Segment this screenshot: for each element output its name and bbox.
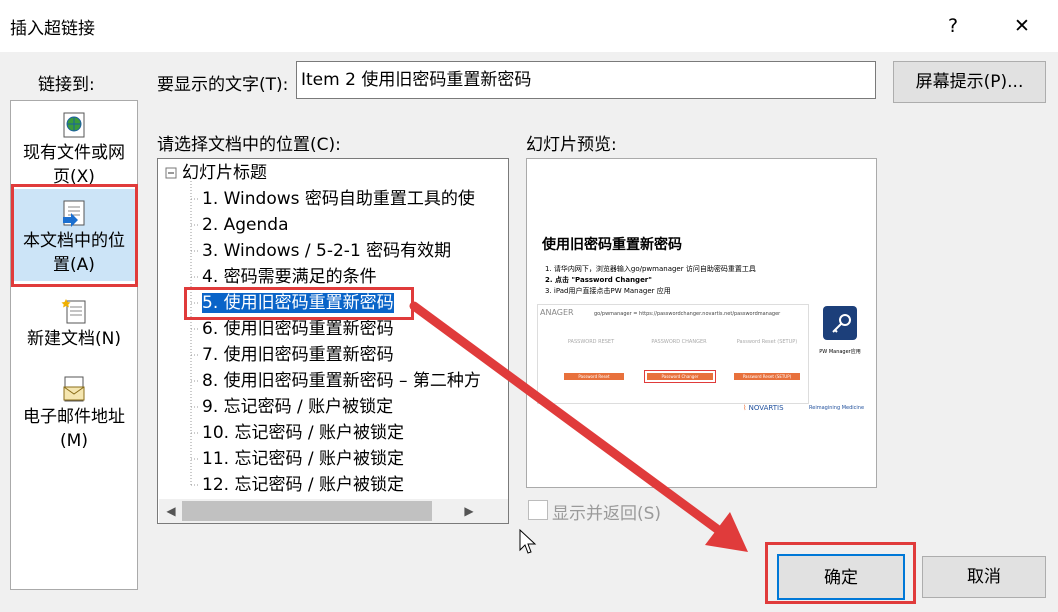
link-existing-file-line1: 现有文件或网 xyxy=(23,143,125,163)
slide-col: Password Reset (SETUP) xyxy=(736,339,798,345)
tree-item-label: 8. 使用旧密码重置新密码 – 第二种方 xyxy=(202,371,481,391)
slide-tagline: Reimagining Medicine xyxy=(809,405,865,411)
document-place-icon xyxy=(63,200,85,227)
slide-bullets: 1. 请华内网下，浏览器输入go/pwmanager 访问自助密码重置工具 2.… xyxy=(545,264,756,297)
new-document-icon xyxy=(61,299,86,324)
help-button[interactable]: ? xyxy=(938,12,968,40)
slide-line: 3. iPad用户直接点击PW Manager 应用 xyxy=(545,287,671,295)
email-icon xyxy=(63,376,85,402)
slide-title: 使用旧密码重置新密码 xyxy=(542,237,682,253)
link-existing-file-line2: 页(X) xyxy=(53,167,95,187)
link-this-document-line1: 本文档中的位 xyxy=(23,231,125,251)
link-existing-file-item[interactable]: 现有文件或网 页(X) xyxy=(11,111,137,189)
tree-item-selected[interactable]: 5. 使用旧密码重置新密码 xyxy=(202,290,394,316)
mouse-cursor-icon xyxy=(519,528,537,554)
slide-app-label: PW Manager应用 xyxy=(819,349,861,355)
slide-brand-text: NOVARTIS xyxy=(748,404,784,412)
tree-item-label: 6. 使用旧密码重置新密码 xyxy=(202,319,394,339)
tree-item[interactable]: 4. 密码需要满足的条件 xyxy=(202,264,377,290)
link-email-item[interactable]: 电子邮件地址 (M) xyxy=(11,375,137,453)
tree-root[interactable]: 幻灯片标题 xyxy=(182,160,267,186)
tree-item-label: 9. 忘记密码 / 账户被锁定 xyxy=(202,397,394,417)
preview-label: 幻灯片预览: xyxy=(526,135,617,155)
link-this-document-line2: 置(A) xyxy=(53,255,95,275)
slide-col-button: Password Changer xyxy=(644,370,716,383)
pw-manager-app-icon xyxy=(823,306,857,340)
tree-item[interactable]: 9. 忘记密码 / 账户被锁定 xyxy=(202,394,393,420)
link-email-line1: 电子邮件地址 xyxy=(23,407,125,427)
slide-url-bar: go/pwmanager = https://passwordchanger.n… xyxy=(594,311,781,317)
dialog-title: 插入超链接 xyxy=(10,19,95,39)
cancel-button[interactable]: 取消 xyxy=(922,556,1046,598)
document-location-tree[interactable]: 幻灯片标题 1. Windows 密码自助重置工具的使 2. Agenda 3.… xyxy=(157,158,509,524)
slide-manager-text: ANAGER xyxy=(540,308,574,317)
title-bar xyxy=(0,0,1058,52)
tree-item[interactable]: 3. Windows / 5-2-1 密码有效期 xyxy=(202,238,451,264)
slide-col-button: Password Reset xyxy=(564,373,624,380)
show-and-return-checkbox[interactable] xyxy=(528,500,548,520)
tree-item-label: 4. 密码需要满足的条件 xyxy=(202,267,377,287)
tree-item[interactable]: 2. Agenda xyxy=(202,212,289,238)
slide-col-button: Password Reset (SETUP) xyxy=(734,373,800,380)
slide-screenshot: ANAGER go/pwmanager = https://passwordch… xyxy=(537,304,809,404)
horizontal-scroll-thumb[interactable] xyxy=(182,501,432,521)
tree-item[interactable]: 10. 忘记密码 / 账户被锁定 xyxy=(202,420,404,446)
tree-item-label: 12. 忘记密码 / 账户被锁定 xyxy=(202,475,404,495)
link-new-document-item[interactable]: 新建文档(N) xyxy=(11,297,137,351)
link-to-label: 链接到: xyxy=(38,75,95,95)
link-new-document-label: 新建文档(N) xyxy=(27,329,121,349)
slide-line: 1. 请华内网下，浏览器输入go/pwmanager 访问自助密码重置工具 xyxy=(545,265,756,273)
tree-item-label: 11. 忘记密码 / 账户被锁定 xyxy=(202,449,404,469)
tree-item-label: 7. 使用旧密码重置新密码 xyxy=(202,345,394,365)
tree-item-label: 3. Windows / 5-2-1 密码有效期 xyxy=(202,241,452,261)
link-to-panel: 现有文件或网 页(X) 本文档中的位 置(A) 新建文档(N) 电子邮件地址 (… xyxy=(10,100,138,590)
slide-col: PASSWORD RESET xyxy=(567,339,615,345)
scroll-left-icon[interactable]: ◀ xyxy=(162,501,180,521)
tree-item[interactable]: 7. 使用旧密码重置新密码 xyxy=(202,342,394,368)
screentip-button[interactable]: 屏幕提示(P)... xyxy=(893,61,1046,103)
tree-label: 请选择文档中的位置(C): xyxy=(157,135,341,155)
show-and-return-label: 显示并返回(S) xyxy=(552,504,662,524)
tree-item-label: 10. 忘记密码 / 账户被锁定 xyxy=(202,423,404,443)
link-this-document-item[interactable]: 本文档中的位 置(A) xyxy=(11,189,137,281)
tree-item-label: 5. 使用旧密码重置新密码 xyxy=(202,293,394,313)
tree-item[interactable]: 12. 忘记密码 / 账户被锁定 xyxy=(202,472,404,498)
slide-col: PASSWORD CHANGER xyxy=(651,339,707,345)
tree-root-label: 幻灯片标题 xyxy=(182,163,267,183)
tree-item[interactable]: 8. 使用旧密码重置新密码 – 第二种方 xyxy=(202,368,481,394)
ok-button[interactable]: 确定 xyxy=(777,554,905,600)
globe-document-icon xyxy=(63,112,85,138)
link-email-line2: (M) xyxy=(60,431,88,451)
display-text-input[interactable]: Item 2 使用旧密码重置新密码 xyxy=(296,61,876,99)
slide-preview: 使用旧密码重置新密码 1. 请华内网下，浏览器输入go/pwmanager 访问… xyxy=(537,222,867,422)
slide-brand: ⌇ NOVARTIS xyxy=(743,404,784,412)
slide-line: 2. 点击 "Password Changer" xyxy=(545,276,652,284)
tree-item[interactable]: 11. 忘记密码 / 账户被锁定 xyxy=(202,446,404,472)
close-button[interactable]: ✕ xyxy=(1007,12,1037,40)
display-text-label: 要显示的文字(T): xyxy=(157,75,289,95)
scroll-right-icon[interactable]: ▶ xyxy=(460,501,478,521)
tree-item-label: 1. Windows 密码自助重置工具的使 xyxy=(202,189,475,209)
tree-item[interactable]: 6. 使用旧密码重置新密码 xyxy=(202,316,394,342)
tree-item-label: 2. Agenda xyxy=(202,215,289,235)
tree-item[interactable]: 1. Windows 密码自助重置工具的使 xyxy=(202,186,475,212)
key-icon xyxy=(832,314,851,333)
